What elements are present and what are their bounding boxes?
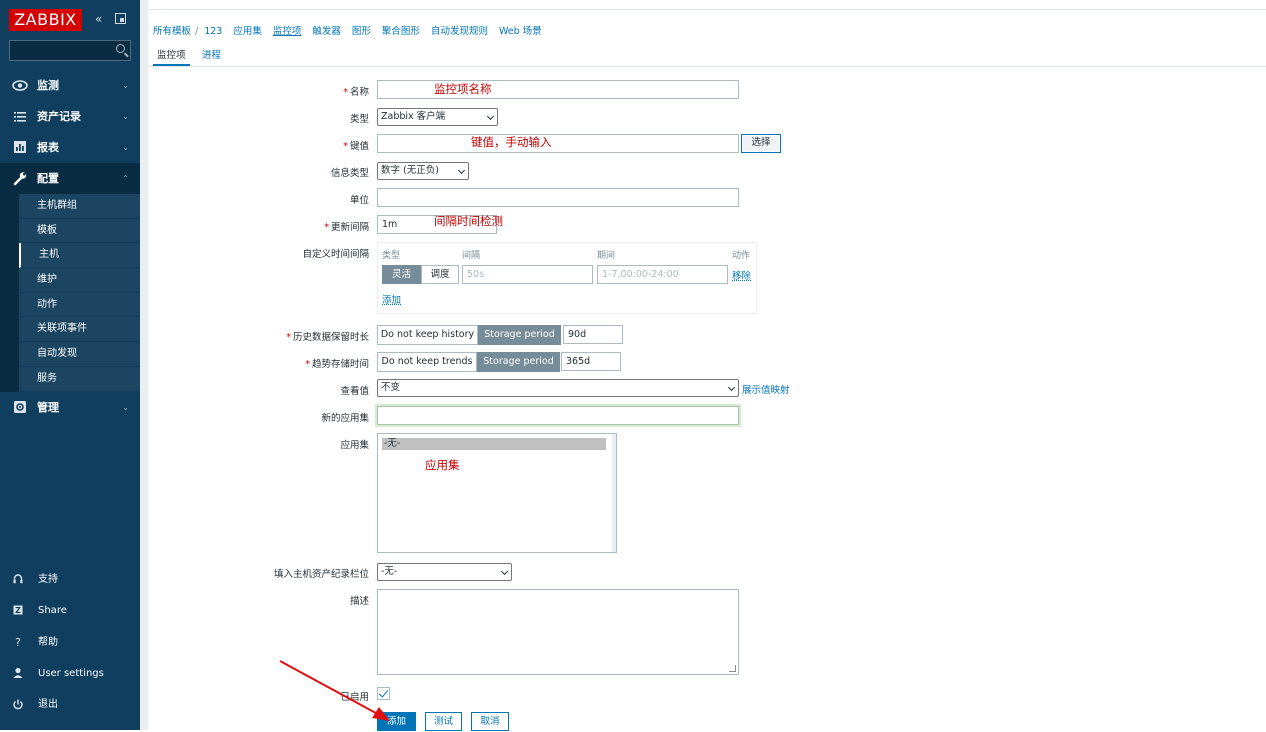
menu-monitoring[interactable]: 监测 ⌄: [0, 70, 140, 101]
menu-inventory[interactable]: 资产记录 ⌄: [0, 101, 140, 132]
col-period-header: 期间: [597, 251, 616, 261]
col-action-header: 动作: [732, 251, 751, 261]
period-input[interactable]: 1-7,00:00-24:00: [597, 265, 728, 284]
kiosk-mode-icon[interactable]: [115, 13, 126, 24]
chevron-down-icon: ⌄: [122, 143, 129, 152]
chevron-down-icon: [500, 567, 509, 576]
cancel-button[interactable]: 取消: [471, 712, 509, 731]
signout-link[interactable]: 退出: [0, 689, 140, 720]
submenu-templates[interactable]: 模板: [19, 218, 140, 244]
configuration-submenu: 主机群组 模板 主机 维护 动作 关联项事件 自动发现 服务: [0, 194, 140, 392]
logo-row: ZABBIX «: [9, 9, 133, 31]
submenu-discovery[interactable]: 自动发现: [19, 342, 140, 367]
chevron-down-icon: [486, 112, 495, 121]
chevron-down-icon: ⌄: [122, 112, 129, 121]
history-period-input[interactable]: 90d: [563, 325, 623, 344]
gear-icon: [12, 392, 28, 435]
bottom-label: 退出: [38, 699, 58, 711]
main-menu: 监测 ⌄ 资产记录 ⌄ 报表 ⌄ 配置 ⌃ 主机群组 模板 主机 维护 动作 关…: [0, 70, 140, 423]
share-link[interactable]: Z Share: [0, 595, 140, 626]
bottom-menu: 支持 Z Share ? 帮助 User settings 退出: [0, 564, 140, 720]
sidebar: ZABBIX « 监测 ⌄ 资产记录 ⌄ 报表 ⌄ 配置 ⌃ 主机群组 模板 主…: [0, 0, 140, 730]
zabbix-logo[interactable]: ZABBIX: [9, 9, 82, 31]
submenu-services[interactable]: 服务: [19, 366, 140, 392]
svg-text:Z: Z: [15, 606, 21, 615]
menu-label: 配置: [37, 172, 59, 185]
user-settings-link[interactable]: User settings: [0, 658, 140, 689]
bottom-label: Share: [38, 605, 67, 617]
bottom-label: 帮助: [38, 636, 58, 648]
main-content: 所有模板/123 应用集 监控项 触发器 图形 聚合图形 自动发现规则 Web 场景 监控项 …: [140, 0, 1266, 731]
menu-administration[interactable]: 管理 ⌄: [0, 392, 140, 423]
submenu-event-correlation[interactable]: 关联项事件: [19, 317, 140, 343]
bottom-label: 支持: [38, 574, 58, 585]
menu-label: 管理: [37, 400, 59, 414]
chevron-down-icon: [457, 166, 466, 175]
show-value-mappings-link[interactable]: 展示值映射: [742, 382, 790, 396]
support-link[interactable]: 支持: [0, 564, 140, 595]
submenu-host-groups[interactable]: 主机群组: [19, 194, 140, 219]
menu-label: 资产记录: [37, 110, 81, 123]
submenu-hosts[interactable]: 主机: [19, 243, 140, 269]
collapse-sidebar-icon[interactable]: «: [95, 12, 102, 26]
key-select-button[interactable]: 选择: [741, 134, 781, 153]
tab-web-scenarios[interactable]: Web 场景: [499, 23, 542, 37]
chevron-up-icon: ⌃: [122, 174, 129, 183]
col-interval-header: 间隔: [462, 251, 481, 261]
interval-input[interactable]: 50s: [462, 265, 593, 284]
trends-storage-toggle[interactable]: Storage period: [477, 352, 560, 372]
search-icon[interactable]: [116, 44, 125, 53]
listbox-scrollbar[interactable]: [612, 434, 616, 552]
menu-reports[interactable]: 报表 ⌄: [0, 132, 140, 163]
key-annotation: 键值，手动输入: [471, 135, 552, 149]
sidebar-search-input[interactable]: [9, 40, 131, 61]
interval-annotation: 间隔时间检测: [434, 214, 503, 228]
remove-interval-link[interactable]: 移除: [732, 268, 751, 282]
history-storage-toggle[interactable]: Storage period: [478, 325, 561, 345]
resize-grip-icon[interactable]: [729, 665, 736, 672]
menu-label: 报表: [37, 141, 59, 154]
submenu-actions[interactable]: 动作: [19, 292, 140, 318]
chevron-down-icon: ⌄: [122, 81, 129, 90]
trends-period-input[interactable]: 365d: [561, 352, 621, 371]
menu-label: 监测: [37, 79, 59, 92]
name-annotation: 监控项名称: [434, 82, 492, 96]
submenu-maintenance[interactable]: 维护: [19, 268, 140, 293]
help-icon: ?: [15, 635, 21, 649]
chevron-down-icon: ⌄: [122, 402, 129, 412]
red-arrow-icon: [279, 660, 390, 721]
help-link[interactable]: ? 帮助: [0, 627, 140, 658]
chevron-down-icon: [727, 383, 736, 392]
bottom-label: User settings: [38, 667, 104, 679]
menu-configuration[interactable]: 配置 ⌃: [0, 163, 140, 194]
power-icon: [12, 689, 24, 732]
